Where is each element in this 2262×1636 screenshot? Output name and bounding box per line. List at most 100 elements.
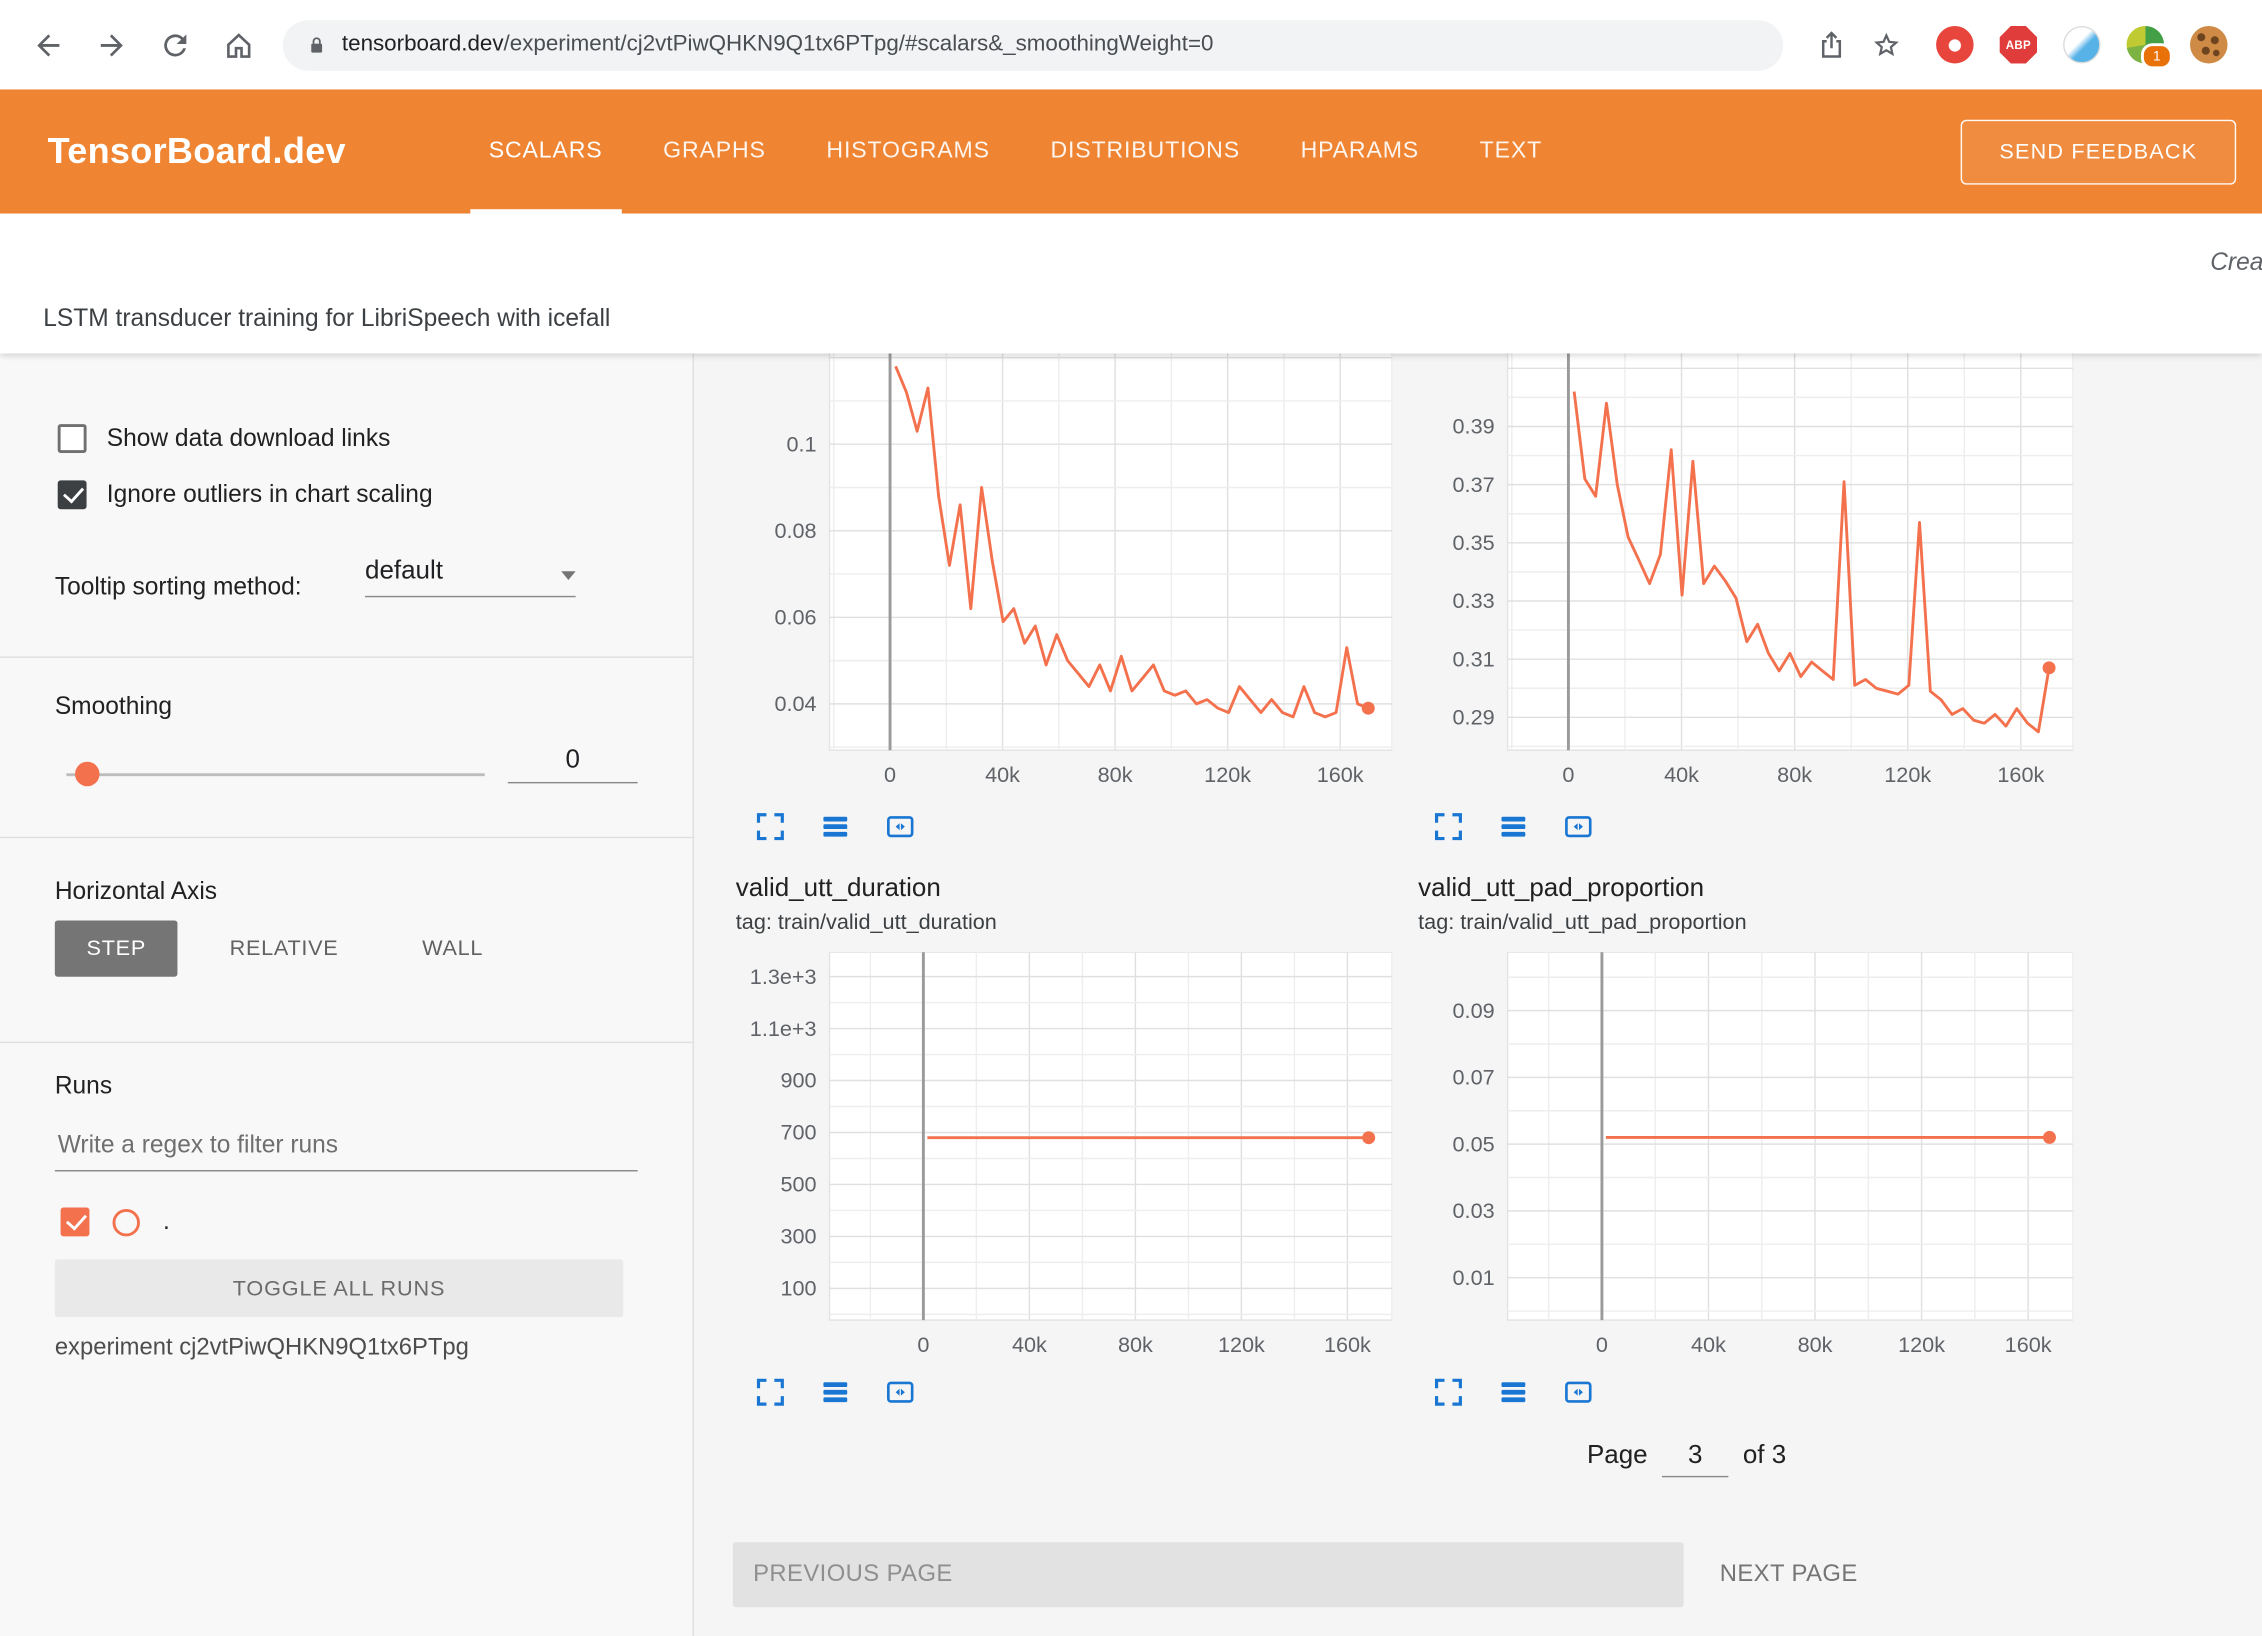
svg-text:80k: 80k	[1118, 1332, 1153, 1357]
chart-tag: tag: train/valid_utt_duration	[736, 910, 997, 935]
chart-top-left[interactable]: 0.040.060.080.1040k80k120k160k	[743, 353, 1392, 793]
svg-text:0.07: 0.07	[1453, 1065, 1495, 1090]
svg-text:0: 0	[1596, 1332, 1608, 1357]
url-bar[interactable]: tensorboard.dev/experiment/cj2vtPiwQHKN9…	[283, 19, 1783, 69]
chart-bottom-left[interactable]: 1003005007009001.1e+31.3e+3040k80k120k16…	[743, 952, 1392, 1363]
chart-bottom-right[interactable]: 0.010.030.050.070.09040k80k120k160k	[1421, 952, 2073, 1363]
reload-icon[interactable]	[150, 20, 199, 69]
svg-text:1.3e+3: 1.3e+3	[750, 964, 817, 989]
home-icon[interactable]	[214, 20, 263, 69]
divider	[0, 656, 692, 657]
run-name: .	[163, 1208, 170, 1237]
axis-wall-button[interactable]: WALL	[390, 920, 515, 976]
svg-text:100: 100	[780, 1276, 816, 1301]
forward-icon[interactable]	[87, 20, 136, 69]
url-text: tensorboard.dev/experiment/cj2vtPiwQHKN9…	[342, 32, 1214, 58]
svg-text:0.03: 0.03	[1453, 1198, 1495, 1223]
page-number-input[interactable]	[1662, 1438, 1728, 1477]
fullscreen-icon[interactable]	[1433, 1376, 1465, 1408]
svg-text:0.09: 0.09	[1453, 998, 1495, 1023]
svg-text:700: 700	[780, 1120, 816, 1145]
axis-step-button[interactable]: STEP	[55, 920, 178, 976]
svg-text:0.31: 0.31	[1453, 646, 1495, 671]
runs-filter-input[interactable]	[55, 1130, 638, 1172]
chart-toolbar	[1433, 811, 1595, 843]
url-domain: tensorboard.dev	[342, 32, 504, 57]
svg-text:40k: 40k	[1012, 1332, 1047, 1357]
chart-top-right[interactable]: 0.290.310.330.350.370.39040k80k120k160k	[1421, 353, 2073, 793]
tab-scalars[interactable]: SCALARS	[458, 89, 632, 213]
back-icon[interactable]	[23, 20, 72, 69]
share-icon[interactable]	[1806, 20, 1855, 69]
next-page-button[interactable]: NEXT PAGE	[1720, 1542, 1858, 1607]
toggle-all-runs-button[interactable]: TOGGLE ALL RUNS	[55, 1259, 623, 1317]
divider	[0, 837, 692, 838]
show-download-links-checkbox[interactable]	[58, 424, 87, 453]
extension-badge: 1	[2141, 43, 2173, 69]
svg-text:0.05: 0.05	[1453, 1131, 1495, 1156]
show-download-links-row: Show data download links	[58, 424, 391, 453]
svg-text:0.35: 0.35	[1453, 530, 1495, 555]
previous-page-button[interactable]: PREVIOUS PAGE	[733, 1542, 1684, 1607]
fit-domain-icon[interactable]	[884, 1376, 916, 1408]
data-table-icon[interactable]	[819, 811, 851, 843]
tab-graphs[interactable]: GRAPHS	[633, 89, 796, 213]
data-table-icon[interactable]	[819, 1376, 851, 1408]
ignore-outliers-row: Ignore outliers in chart scaling	[58, 480, 433, 509]
svg-text:120k: 120k	[1218, 1332, 1265, 1357]
chart-toolbar	[755, 1376, 917, 1408]
app-logo: TensorBoard.dev	[48, 131, 346, 173]
pagination: Page of 3	[1587, 1438, 1786, 1477]
svg-text:40k: 40k	[1664, 762, 1699, 787]
svg-text:120k: 120k	[1884, 762, 1931, 787]
ignore-outliers-label: Ignore outliers in chart scaling	[107, 480, 433, 509]
svg-text:0: 0	[917, 1332, 929, 1357]
chart-title: valid_utt_duration	[736, 873, 941, 903]
tooltip-sorting-select[interactable]: default	[365, 555, 576, 597]
smoothing-slider-thumb[interactable]	[75, 762, 100, 787]
svg-text:120k: 120k	[1204, 762, 1251, 787]
svg-text:80k: 80k	[1098, 762, 1133, 787]
svg-text:0.1: 0.1	[787, 431, 817, 456]
tab-hparams[interactable]: HPARAMS	[1270, 89, 1449, 213]
tab-distributions[interactable]: DISTRIBUTIONS	[1020, 89, 1270, 213]
data-table-icon[interactable]	[1498, 1376, 1530, 1408]
svg-text:160k: 160k	[1317, 762, 1364, 787]
smoothing-label: Smoothing	[55, 692, 172, 721]
svg-text:900: 900	[780, 1068, 816, 1093]
fullscreen-icon[interactable]	[755, 1376, 787, 1408]
app-header: TensorBoard.dev SCALARS GRAPHS HISTOGRAM…	[0, 89, 2262, 213]
clipped-created-text: Crea	[2210, 248, 2262, 277]
fullscreen-icon[interactable]	[1433, 811, 1465, 843]
extension-blue-icon[interactable]	[2063, 26, 2101, 64]
star-icon[interactable]	[1861, 20, 1910, 69]
abp-label: ABP	[2006, 38, 2031, 51]
extension-cookie-icon[interactable]	[2190, 26, 2228, 64]
run-checkbox[interactable]	[61, 1208, 90, 1237]
svg-text:160k: 160k	[2005, 1332, 2052, 1357]
chart-title: valid_utt_pad_proportion	[1418, 873, 1704, 903]
send-feedback-button[interactable]: SEND FEEDBACK	[1960, 119, 2236, 184]
fit-domain-icon[interactable]	[1562, 1376, 1594, 1408]
lock-icon	[306, 32, 328, 57]
tab-text[interactable]: TEXT	[1449, 89, 1572, 213]
browser-chrome: tensorboard.dev/experiment/cj2vtPiwQHKN9…	[0, 0, 2262, 89]
horizontal-axis-buttons: STEP RELATIVE WALL	[55, 920, 515, 976]
svg-text:160k: 160k	[1324, 1332, 1371, 1357]
svg-text:0.06: 0.06	[774, 605, 816, 630]
ignore-outliers-checkbox[interactable]	[58, 480, 87, 509]
fit-domain-icon[interactable]	[884, 811, 916, 843]
tooltip-sorting-value: default	[365, 555, 443, 585]
show-download-links-label: Show data download links	[107, 424, 391, 453]
smoothing-slider-track[interactable]	[66, 773, 484, 776]
chrome-right-icons: ABP 1	[1800, 20, 2241, 69]
extension-abp-icon[interactable]: ABP	[2000, 26, 2038, 64]
fit-domain-icon[interactable]	[1562, 811, 1594, 843]
smoothing-value-input[interactable]	[508, 743, 638, 783]
fullscreen-icon[interactable]	[755, 811, 787, 843]
extension-avatar-icon[interactable]: 1	[2127, 26, 2165, 64]
data-table-icon[interactable]	[1498, 811, 1530, 843]
extension-adblock-icon[interactable]	[1936, 26, 1974, 64]
axis-relative-button[interactable]: RELATIVE	[198, 920, 370, 976]
tab-histograms[interactable]: HISTOGRAMS	[796, 89, 1020, 213]
